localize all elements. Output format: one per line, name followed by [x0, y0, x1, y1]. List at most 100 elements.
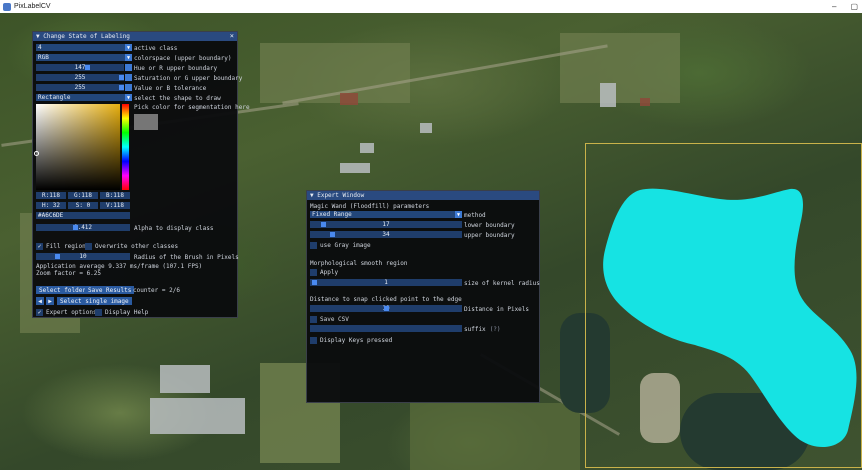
saturation-value: 255: [74, 74, 86, 81]
colorspace-combo[interactable]: RGB ▼: [36, 54, 132, 61]
fill-region-checkbox[interactable]: ✓ Fill region: [36, 242, 86, 250]
zoom-text: Zoom factor = 6.25: [36, 269, 102, 277]
overwrite-checkbox[interactable]: Overwrite other classes: [85, 242, 178, 250]
value-slider[interactable]: 255: [36, 84, 124, 91]
color-picker-cursor[interactable]: [34, 151, 39, 156]
hue-color-swatch[interactable]: [125, 64, 132, 71]
maximize-button[interactable]: ▢: [850, 2, 858, 11]
hsv-s-field[interactable]: S: 0: [68, 202, 98, 209]
kernel-radius-slider[interactable]: 1: [310, 279, 462, 286]
rgb-g-value: G:118: [73, 192, 93, 199]
suffix-label: suffix: [464, 325, 486, 333]
expert-options-label: Expert options: [46, 308, 97, 316]
hex-field[interactable]: #A6C6DE: [36, 212, 130, 219]
expert-window-title: ▼ Expert Window: [310, 192, 365, 199]
value-slider-grab[interactable]: [119, 85, 124, 90]
brush-label: Radius of the Brush in Pixels: [134, 253, 239, 261]
labeling-window: ▼ Change State of Labeling × 4 ▼ active …: [32, 31, 250, 318]
upper-slider-grab[interactable]: [329, 232, 335, 237]
save-csv-checkbox[interactable]: Save CSV: [310, 315, 349, 323]
active-class-combo[interactable]: 4 ▼: [36, 44, 132, 51]
method-label: method: [464, 211, 486, 219]
use-gray-label: use Gray image: [320, 241, 371, 249]
rgb-b-value: B:118: [105, 192, 125, 199]
value-color-swatch[interactable]: [125, 84, 132, 91]
hue-slider[interactable]: 147: [36, 64, 124, 71]
saturation-slider-grab[interactable]: [119, 75, 124, 80]
saturation-color-swatch[interactable]: [125, 74, 132, 81]
alpha-slider-grab[interactable]: [73, 225, 79, 230]
segmentation-overlay: [603, 188, 857, 448]
hue-slider-grab[interactable]: [84, 65, 90, 70]
method-combo[interactable]: Fixed Range ▼: [310, 211, 462, 218]
checkbox-empty: [310, 336, 317, 344]
method-value: Fixed Range: [312, 211, 352, 218]
app-icon: [3, 2, 11, 11]
checkbox-empty: [310, 241, 317, 249]
lower-slider-grab[interactable]: [321, 222, 327, 227]
upper-value: 34: [382, 231, 390, 238]
suffix-input[interactable]: [310, 325, 462, 332]
lower-label: lower boundary: [464, 221, 515, 229]
colorspace-value: RGB: [38, 54, 49, 61]
color-picker-hue-bar[interactable]: [122, 104, 129, 190]
close-icon[interactable]: ×: [230, 32, 234, 40]
display-keys-checkbox[interactable]: Display Keys pressed: [310, 336, 392, 344]
help-icon[interactable]: (?): [490, 326, 501, 333]
counter-text: counter = 2/6: [133, 286, 180, 294]
saturation-slider[interactable]: 255: [36, 74, 124, 81]
save-csv-label: Save CSV: [320, 315, 349, 323]
check-icon: ✓: [36, 242, 43, 250]
overwrite-label: Overwrite other classes: [95, 242, 179, 250]
brush-slider-grab[interactable]: [54, 254, 60, 259]
distance-slider[interactable]: 10: [310, 305, 462, 312]
labeling-window-header[interactable]: ▼ Change State of Labeling ×: [33, 32, 237, 41]
shape-label: select the shape to draw: [134, 94, 221, 102]
morph-label: Morphological smooth region: [310, 259, 408, 267]
active-class-label: active class: [134, 44, 178, 52]
use-gray-checkbox[interactable]: use Gray image: [310, 241, 371, 249]
expert-window: ▼ Expert Window Magic Wand (Floodfill) p…: [306, 190, 540, 403]
rgb-g-field[interactable]: G:118: [68, 192, 98, 199]
apply-checkbox[interactable]: Apply: [310, 268, 338, 276]
select-folder-button[interactable]: Select folder: [36, 286, 89, 294]
shape-value: Rectangle: [38, 94, 71, 101]
picked-color-swatch[interactable]: [134, 114, 158, 130]
chevron-down-icon: ▼: [125, 44, 132, 51]
expert-window-header[interactable]: ▼ Expert Window: [307, 191, 539, 200]
color-picker-sv-square[interactable]: [34, 104, 120, 190]
shape-combo[interactable]: Rectangle ▼: [36, 94, 132, 101]
checkbox-empty: [95, 308, 102, 316]
display-keys-label: Display Keys pressed: [320, 336, 393, 344]
rgb-r-field[interactable]: R:118: [36, 192, 66, 199]
snap-label: Distance to snap clicked point to the ed…: [310, 295, 462, 303]
kernel-slider-grab[interactable]: [312, 280, 318, 285]
checkbox-empty: [310, 315, 317, 323]
checkbox-empty: [310, 268, 317, 276]
lower-boundary-slider[interactable]: 17: [310, 221, 462, 228]
save-results-button[interactable]: Save Results: [85, 286, 135, 294]
minimize-button[interactable]: –: [832, 2, 836, 11]
previous-image-button[interactable]: ◀: [36, 297, 44, 305]
window-titlebar: PixLabelCV – ▢: [0, 0, 862, 13]
chevron-down-icon: ▼: [125, 94, 132, 101]
check-icon: ✓: [36, 308, 43, 316]
alpha-slider[interactable]: 0.412: [36, 224, 130, 231]
distance-label: Distance in Pixels: [464, 305, 530, 313]
hsv-h-value: H: 32: [41, 202, 61, 209]
brush-radius-slider[interactable]: 10: [36, 253, 130, 260]
display-help-checkbox[interactable]: Display Help: [95, 308, 148, 316]
rgb-b-field[interactable]: B:118: [100, 192, 130, 199]
distance-slider-grab[interactable]: [384, 306, 389, 311]
hsv-v-field[interactable]: V:118: [100, 202, 130, 209]
expert-options-checkbox[interactable]: ✓ Expert options: [36, 308, 97, 316]
select-single-image-button[interactable]: Select single image: [57, 297, 132, 305]
hue-label: Hue or R upper boundary: [134, 64, 218, 72]
next-image-button[interactable]: ▶: [46, 297, 54, 305]
hsv-h-field[interactable]: H: 32: [36, 202, 66, 209]
upper-boundary-slider[interactable]: 34: [310, 231, 462, 238]
brush-value: 10: [79, 253, 87, 260]
lower-value: 17: [382, 221, 390, 228]
magic-wand-label: Magic Wand (Floodfill) parameters: [310, 202, 430, 210]
labeling-window-title: ▼ Change State of Labeling: [36, 33, 130, 40]
